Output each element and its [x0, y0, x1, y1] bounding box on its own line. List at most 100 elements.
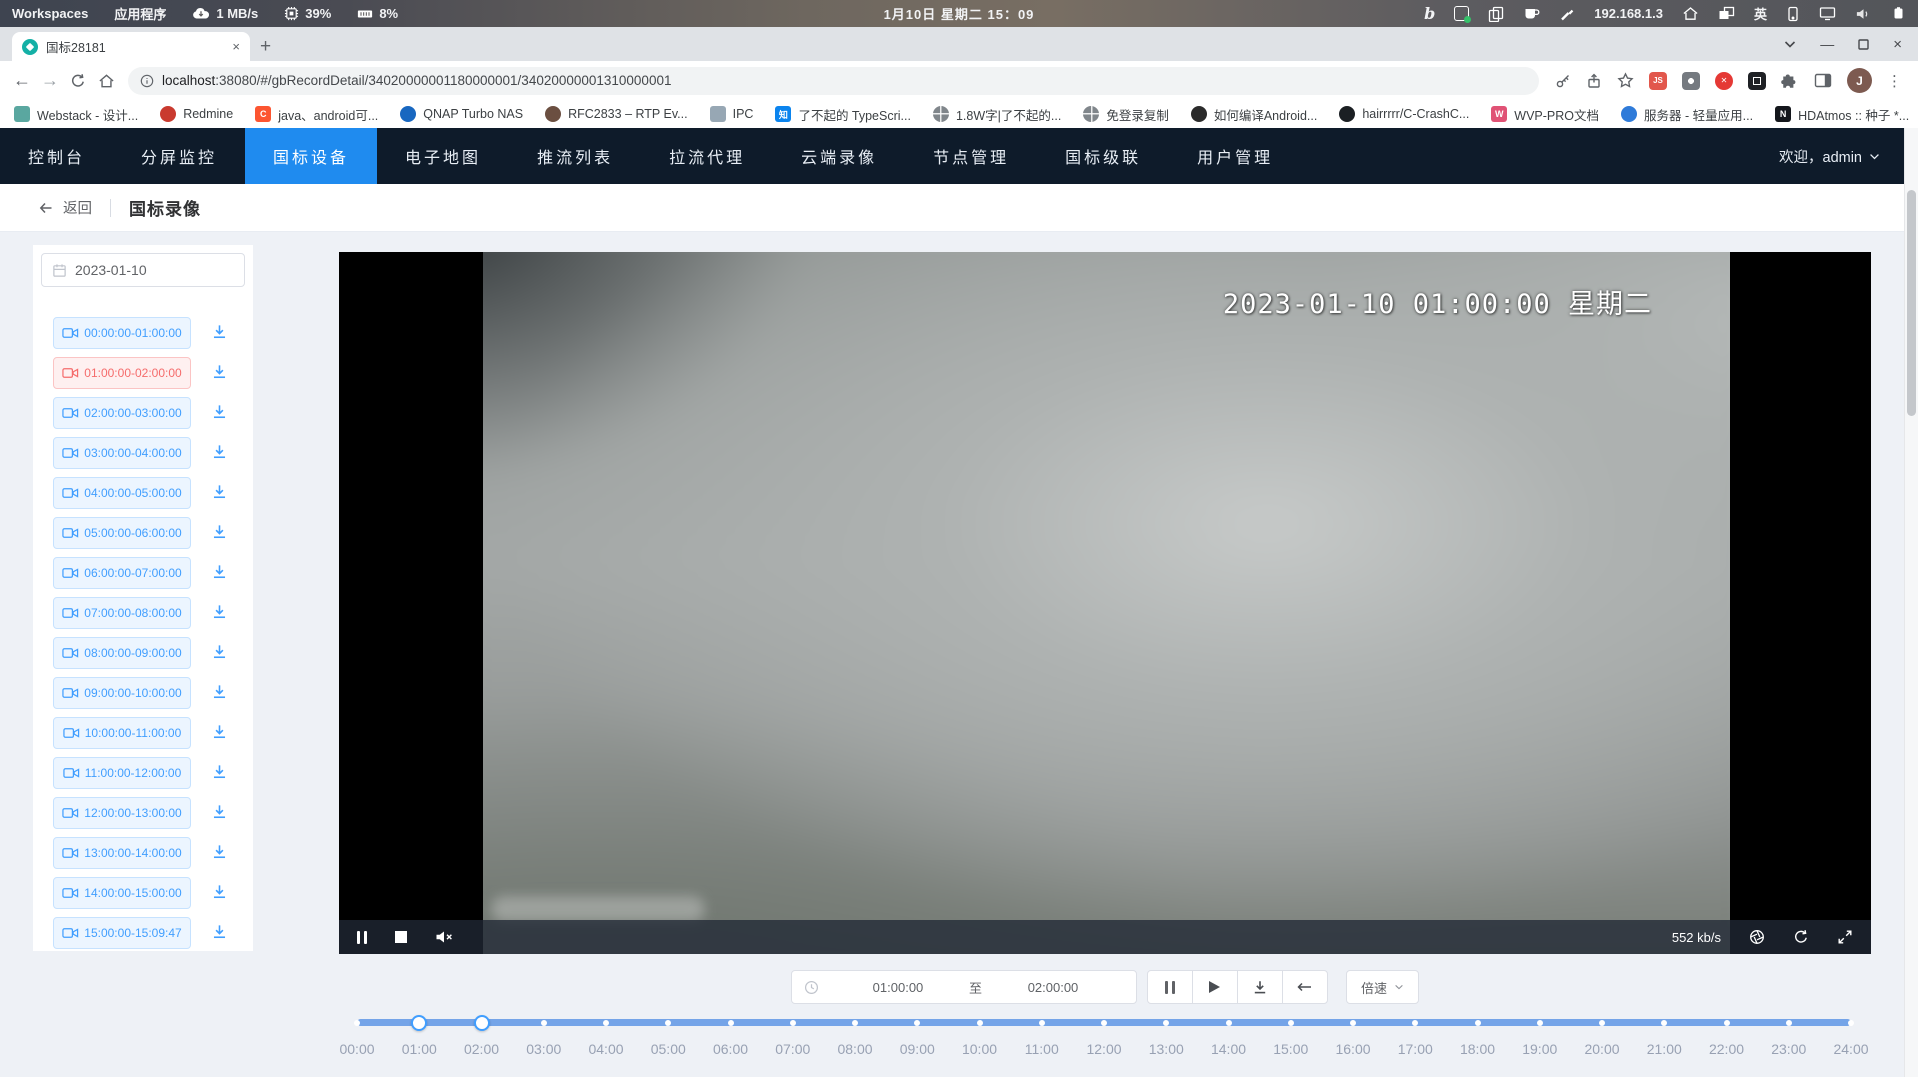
download-record-button[interactable] — [209, 523, 229, 543]
record-time-button[interactable]: 01:00:00-02:00:00 — [53, 357, 191, 389]
tab-close-icon[interactable]: × — [232, 40, 240, 53]
player-pause-button[interactable] — [357, 931, 367, 944]
bookmark-star-icon[interactable] — [1617, 72, 1634, 89]
download-record-button[interactable] — [209, 763, 229, 783]
download-record-button[interactable] — [209, 683, 229, 703]
timeline-track[interactable] — [357, 1019, 1851, 1026]
nav-tab-9[interactable]: 用户管理 — [1169, 128, 1301, 184]
browser-home-button[interactable] — [92, 67, 120, 95]
new-tab-button[interactable]: + — [260, 37, 271, 56]
end-time[interactable]: 02:00:00 — [982, 980, 1124, 995]
battery-icon[interactable] — [1891, 7, 1906, 20]
record-time-button[interactable]: 09:00:00-10:00:00 — [53, 677, 191, 709]
refresh-button[interactable] — [1793, 929, 1809, 945]
download-record-button[interactable] — [209, 323, 229, 343]
download-button[interactable] — [1237, 970, 1283, 1004]
bookmark-item[interactable]: W WVP-PRO文档 — [1491, 105, 1599, 124]
nav-tab-7[interactable]: 节点管理 — [905, 128, 1037, 184]
bookmark-item[interactable]: N HDAtmos :: 种子 *... — [1775, 105, 1909, 124]
window-close-button[interactable]: × — [1893, 36, 1902, 53]
download-record-button[interactable] — [209, 843, 229, 863]
bookmark-item[interactable]: 免登录复制 — [1083, 105, 1169, 124]
record-time-button[interactable]: 13:00:00-14:00:00 — [53, 837, 191, 869]
bookmark-item[interactable]: RFC2833 – RTP Ev... — [545, 106, 688, 122]
download-record-button[interactable] — [209, 883, 229, 903]
page-scrollbar[interactable] — [1904, 128, 1918, 1077]
video-player[interactable]: 2023-01-10 01:00:00 星期二 552 kb/s — [339, 252, 1871, 954]
bookmark-item[interactable]: 服务器 - 轻量应用... — [1621, 105, 1753, 124]
system-clock[interactable]: 1月10日 星期二 15：09 — [884, 4, 1035, 23]
timeline-handle[interactable] — [474, 1015, 490, 1031]
profile-avatar[interactable]: J — [1847, 68, 1872, 93]
side-panel-icon[interactable] — [1814, 73, 1832, 88]
password-key-icon[interactable] — [1555, 73, 1571, 89]
download-record-button[interactable] — [209, 603, 229, 623]
snapshot-button[interactable] — [1749, 929, 1765, 945]
record-time-button[interactable]: 06:00:00-07:00:00 — [53, 557, 191, 589]
download-record-button[interactable] — [209, 723, 229, 743]
extension-dark-icon[interactable] — [1748, 72, 1766, 90]
record-time-button[interactable]: 14:00:00-15:00:00 — [53, 877, 191, 909]
extension-blocker-icon[interactable]: ✕ — [1715, 72, 1733, 90]
record-time-button[interactable]: 04:00:00-05:00:00 — [53, 477, 191, 509]
download-record-button[interactable] — [209, 803, 229, 823]
window-maximize-button[interactable] — [1858, 39, 1869, 50]
date-picker[interactable]: 2023-01-10 — [41, 253, 245, 287]
download-record-button[interactable] — [209, 563, 229, 583]
bookmark-item[interactable]: 1.8W字|了不起的... — [933, 105, 1061, 124]
record-time-button[interactable]: 10:00:00-11:00:00 — [53, 717, 191, 749]
window-minimize-button[interactable]: — — [1820, 36, 1834, 52]
site-info-icon[interactable] — [140, 74, 154, 88]
download-record-button[interactable] — [209, 923, 229, 943]
bookmark-item[interactable]: 如何编译Android... — [1191, 105, 1318, 124]
record-time-button[interactable]: 12:00:00-13:00:00 — [53, 797, 191, 829]
input-language-indicator[interactable]: 英 — [1754, 4, 1767, 23]
download-record-button[interactable] — [209, 483, 229, 503]
display-icon[interactable] — [1819, 6, 1836, 21]
volume-icon[interactable] — [1855, 7, 1872, 21]
download-record-button[interactable] — [209, 443, 229, 463]
timeline-handle[interactable] — [411, 1015, 427, 1031]
bookmark-item[interactable]: 知 了不起的 TypeScri... — [775, 105, 911, 124]
record-time-button[interactable]: 15:00:00-15:09:47 — [53, 917, 191, 949]
browser-reload-button[interactable] — [64, 67, 92, 95]
browser-back-button[interactable]: ← — [8, 67, 36, 95]
browser-menu-icon[interactable]: ⋮ — [1887, 72, 1902, 90]
window-stack-icon[interactable] — [1718, 6, 1735, 21]
bing-tray-icon[interactable]: b — [1424, 6, 1435, 22]
record-time-button[interactable]: 03:00:00-04:00:00 — [53, 437, 191, 469]
nav-tab-1[interactable]: 分屏监控 — [113, 128, 245, 184]
tool-icon[interactable] — [1559, 6, 1575, 22]
record-time-button[interactable]: 11:00:00-12:00:00 — [53, 757, 191, 789]
screen-rotate-icon[interactable] — [1786, 6, 1800, 22]
seek-back-button[interactable] — [1282, 970, 1328, 1004]
share-icon[interactable] — [1586, 73, 1602, 89]
tab-search-chevron-icon[interactable] — [1784, 40, 1796, 48]
download-record-button[interactable] — [209, 363, 229, 383]
record-time-button[interactable]: 02:00:00-03:00:00 — [53, 397, 191, 429]
fullscreen-button[interactable] — [1837, 929, 1853, 945]
record-time-button[interactable]: 00:00:00-01:00:00 — [53, 317, 191, 349]
play-button[interactable] — [1192, 970, 1238, 1004]
home-tray-icon[interactable] — [1682, 6, 1699, 21]
coffee-cup-icon[interactable] — [1523, 6, 1540, 21]
clipboard-copy-icon[interactable] — [1488, 6, 1504, 22]
nav-tab-8[interactable]: 国标级联 — [1037, 128, 1169, 184]
url-bar[interactable]: localhost:38080/#/gbRecordDetail/3402000… — [128, 67, 1539, 95]
record-time-button[interactable]: 07:00:00-08:00:00 — [53, 597, 191, 629]
player-stop-button[interactable] — [395, 931, 407, 943]
bookmark-item[interactable]: hairrrrr/C-CrashC... — [1339, 106, 1469, 122]
nav-tab-6[interactable]: 云端录像 — [773, 128, 905, 184]
download-record-button[interactable] — [209, 403, 229, 423]
record-time-button[interactable]: 05:00:00-06:00:00 — [53, 517, 191, 549]
nav-tab-4[interactable]: 推流列表 — [509, 128, 641, 184]
record-time-button[interactable]: 08:00:00-09:00:00 — [53, 637, 191, 669]
extension-icon[interactable] — [1682, 72, 1700, 90]
time-range-picker[interactable]: 01:00:00 至 02:00:00 — [791, 970, 1137, 1004]
bookmark-item[interactable]: Webstack - 设计... — [14, 105, 138, 124]
browser-tab[interactable]: 国标28181 × — [12, 32, 250, 61]
start-time[interactable]: 01:00:00 — [827, 980, 969, 995]
nav-tab-5[interactable]: 拉流代理 — [641, 128, 773, 184]
player-mute-button[interactable] — [435, 930, 453, 944]
workspaces-button[interactable]: Workspaces — [12, 6, 88, 21]
